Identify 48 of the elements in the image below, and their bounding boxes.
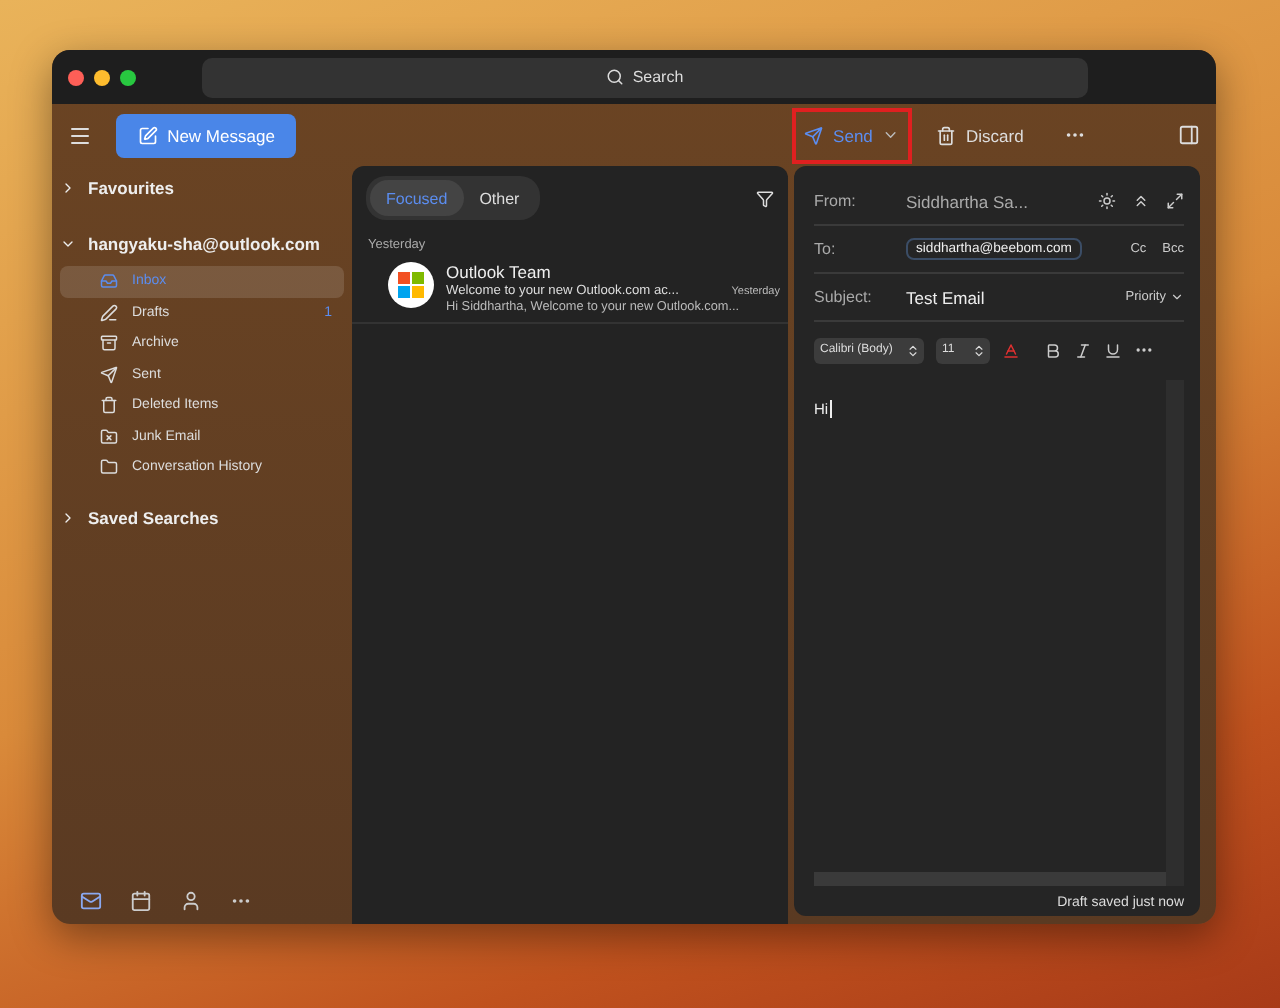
filter-icon[interactable] [756,189,774,207]
to-label: To: [814,240,838,258]
discard-button[interactable]: Discard [924,123,1036,147]
search-icon [606,68,625,86]
trash-icon [936,125,956,145]
sent-folder-icon [100,365,118,384]
chevron-down-icon[interactable] [882,126,900,144]
sender-name: Outlook Team [446,262,553,282]
close-icon[interactable] [68,69,84,85]
pop-out-icon[interactable] [1166,192,1184,210]
account-header[interactable]: hangyaku-sha@outlook.com [60,226,344,262]
panel-icon[interactable] [1178,124,1200,146]
inbox-tab[interactable]: Other [463,180,536,216]
chevron-right-icon [60,509,76,525]
deleted-folder-icon [100,396,118,415]
chevron-down-icon [1170,290,1184,304]
zoom-icon[interactable] [120,69,136,85]
sun-icon[interactable] [1098,192,1116,210]
chevron-down-icon [60,236,76,252]
people-icon[interactable] [180,890,202,912]
stepper-arrows-icon [972,343,986,357]
new-message-button[interactable]: New Message [116,113,296,157]
menu-icon[interactable] [68,123,92,147]
mail-icon[interactable] [80,890,102,912]
search-field[interactable]: Search [202,57,1088,97]
favourites-header[interactable]: Favourites [60,170,344,206]
text-color-icon[interactable] [1002,341,1020,359]
inbox-folder-icon [100,272,118,291]
calendar-icon[interactable] [130,890,152,912]
from-field[interactable]: Siddhartha Sa... [906,191,1028,211]
subject-field[interactable]: Test Email [906,287,985,307]
chevrons-up-icon[interactable] [1132,192,1150,210]
subject-label: Subject: [814,288,874,306]
send-icon [804,125,824,145]
stepper-arrows-icon [906,343,920,357]
archive-folder-icon [100,334,118,353]
from-label: From: [814,192,858,210]
italic-icon[interactable] [1074,341,1092,359]
saved-searches-header[interactable]: Saved Searches [60,499,344,535]
drafts-folder-icon [100,303,118,322]
junk-folder-icon [100,427,118,446]
pen-square-icon [137,125,158,145]
minimize-icon[interactable] [94,69,110,85]
history-folder-icon [100,458,118,477]
bold-icon[interactable] [1044,341,1062,359]
four-squares-logo-icon [398,272,424,298]
underline-icon[interactable] [1104,341,1122,359]
chevron-right-icon [60,180,76,196]
